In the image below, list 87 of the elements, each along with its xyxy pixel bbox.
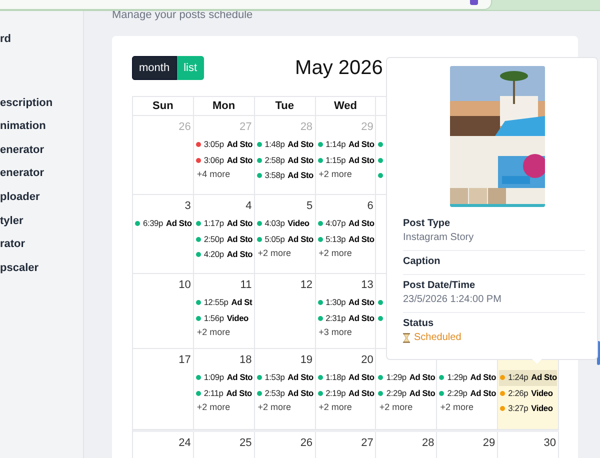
field-label: Post Date/Time [403, 279, 476, 293]
day-number[interactable]: 18 [239, 354, 252, 366]
calendar-event[interactable]: 5:13p Ad Sto [316, 232, 374, 247]
calendar-event[interactable]: 1:30p Ad Sto [316, 295, 374, 310]
calendar-event[interactable]: 2:26p Video [499, 386, 553, 401]
view-button[interactable]: month [132, 56, 177, 80]
calendar-event[interactable]: 2:53p Ad Sto [256, 386, 314, 401]
calendar-event[interactable]: 4:20p Ad Sto [194, 247, 253, 262]
day-number[interactable]: 29 [482, 436, 496, 448]
calendar-event[interactable]: 1:29p Ad Sto [377, 370, 436, 386]
weekday-header: Sun [133, 96, 194, 116]
sidebar-item[interactable]: enerator [0, 142, 83, 166]
weekday-header: Wed [316, 96, 376, 116]
calendar-event[interactable]: 1:15p Ad Sto [316, 152, 374, 168]
sidebar-item[interactable]: pscaler [0, 260, 83, 284]
field-label: Status [403, 317, 435, 331]
more-link[interactable]: +2 more [196, 401, 252, 414]
status-text: Scheduled [414, 331, 462, 345]
more-link[interactable]: +2 more [258, 247, 313, 260]
calendar-event[interactable]: 1:56p Video [194, 310, 248, 326]
calendar-event[interactable]: 1:18p Ad Sto [316, 370, 374, 386]
more-link[interactable]: +2 more [318, 247, 374, 260]
day-number[interactable]: 17 [178, 354, 191, 366]
calendar-event[interactable]: 1:24p Ad Sto [499, 370, 557, 386]
day-number[interactable]: 6 [367, 200, 374, 212]
day-number[interactable]: 30 [544, 436, 556, 448]
day-number[interactable]: 19 [300, 354, 313, 366]
day-number[interactable]: 25 [239, 436, 252, 448]
more-link[interactable]: +3 more [318, 326, 374, 339]
sidebar-item[interactable]: tyler [0, 214, 83, 238]
calendar-event[interactable]: 1:53p Ad Sto [256, 370, 314, 386]
day-number[interactable]: 26 [300, 436, 313, 448]
more-link[interactable]: +2 more [196, 326, 252, 339]
day-number[interactable]: 28 [422, 436, 434, 448]
calendar-event[interactable]: 3:58p Ad Sto [256, 168, 314, 184]
day-number[interactable]: 24 [178, 436, 191, 448]
weekday-header: Tue [254, 96, 316, 116]
field-label: Caption [403, 255, 442, 269]
calendar-title: May 2026 [295, 56, 383, 80]
calendar-event[interactable]: 3:06p Ad Sto [194, 152, 253, 168]
calendar-event[interactable]: 1:14p Ad Sto [316, 137, 374, 152]
day-number[interactable]: 11 [240, 278, 252, 290]
hourglass-icon [403, 333, 410, 343]
calendar-event[interactable]: 2:11p Ad Sto [194, 386, 252, 401]
day-number[interactable]: 4 [246, 200, 252, 212]
day-number[interactable]: 5 [306, 200, 313, 212]
calendar-event[interactable]: 3:05p Ad Sto [194, 137, 253, 152]
more-link[interactable]: +2 more [440, 401, 496, 414]
more-link[interactable]: +2 more [318, 168, 374, 181]
page-subtitle: Manage your posts schedule [112, 8, 254, 23]
calendar-event[interactable]: 2:50p Ad Sto [194, 232, 253, 247]
calendar-event[interactable]: 1:17p Ad Sto [194, 216, 253, 232]
calendar-event[interactable]: 3:27p Video [499, 401, 553, 416]
calendar-event[interactable]: 4:07p Ad Sto [316, 216, 374, 232]
field-value: Instagram Story [403, 231, 475, 245]
calendar-event[interactable]: 2:31p Ad Sto [316, 310, 374, 326]
calendar-event[interactable]: 6:39p Ad Sto [134, 216, 192, 232]
day-number[interactable]: 3 [184, 200, 191, 212]
calendar-event[interactable]: 1:29p Ad Sto [438, 370, 496, 386]
calendar-event[interactable]: 1:48p Ad Sto [256, 137, 314, 152]
sidebar-item[interactable]: ploader [0, 190, 83, 214]
calendar-event[interactable]: 12:55p Ad St [194, 295, 252, 310]
sidebar-item[interactable]: escription [0, 96, 83, 120]
more-link[interactable]: +2 more [318, 401, 374, 414]
field-label: Post Type [403, 217, 452, 231]
calendar-event[interactable]: 2:29p Ad Sto [438, 386, 496, 401]
sidebar-item[interactable]: nimation [0, 119, 83, 143]
day-number[interactable]: 10 [178, 278, 191, 290]
calendar-event[interactable]: 2:19p Ad Sto [316, 386, 374, 401]
calendar-event[interactable]: 1:09p Ad Sto [194, 370, 253, 386]
sidebar-item[interactable]: enerator [0, 166, 83, 190]
sidebar-item[interactable]: rd [0, 32, 83, 56]
more-link[interactable]: +2 more [379, 401, 434, 414]
calendar-event[interactable]: 5:05p Ad Sto [256, 232, 314, 247]
more-link[interactable]: +4 more [196, 168, 252, 181]
day-number[interactable]: 13 [361, 278, 374, 290]
day-number[interactable]: 27 [361, 436, 374, 448]
weekday-header: Mon [194, 96, 255, 116]
calendar-event[interactable]: 2:29p Ad Sto [377, 386, 436, 401]
field-value: 23/5/2026 1:24:00 PM [403, 293, 502, 307]
calendar-event[interactable]: 4:03p Video [256, 216, 310, 232]
calendar-event[interactable]: 2:58p Ad Sto [256, 152, 314, 168]
more-link[interactable]: +2 more [258, 401, 313, 414]
day-number[interactable]: 20 [361, 354, 374, 366]
sidebar-item[interactable]: rator [0, 237, 83, 261]
extension-icon[interactable] [470, 0, 478, 5]
day-number[interactable]: 12 [300, 278, 313, 290]
